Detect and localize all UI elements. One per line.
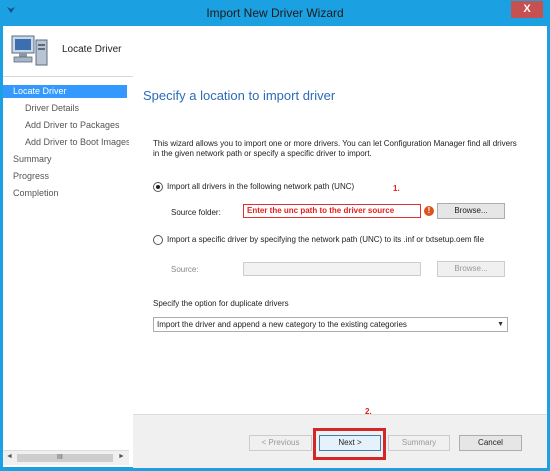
duplicate-drivers-select[interactable]: Import the driver and append a new categ… xyxy=(153,317,508,332)
import-all-radio[interactable] xyxy=(153,182,163,192)
highlight-box xyxy=(313,428,386,460)
step-driver-details[interactable]: Driver Details xyxy=(25,102,79,115)
step-locate-driver[interactable]: Locate Driver xyxy=(3,85,127,98)
computer-icon xyxy=(11,35,48,66)
wizard-steps-nav: Locate Driver Driver Details Add Driver … xyxy=(3,83,129,451)
description-text: This wizard allows you to import one or … xyxy=(153,139,517,158)
source-folder-input[interactable]: Enter the unc path to the driver source xyxy=(243,204,421,218)
wizard-page-content: Specify a location to import driver This… xyxy=(133,71,547,468)
source-label: Source: xyxy=(171,265,199,274)
chevron-down-icon: ▼ xyxy=(497,321,504,328)
import-specific-radio[interactable] xyxy=(153,235,163,245)
source-input[interactable] xyxy=(243,262,421,276)
browse-button-2[interactable]: Browse... xyxy=(437,261,505,277)
import-specific-label: Import a specific driver by specifying t… xyxy=(167,235,485,244)
sidebar-horizontal-scrollbar[interactable]: ◄ III ► xyxy=(3,450,129,465)
error-icon: ! xyxy=(424,206,434,216)
page-title: Locate Driver xyxy=(62,44,122,55)
step-completion[interactable]: Completion xyxy=(13,187,59,200)
duplicate-drivers-selected: Import the driver and append a new categ… xyxy=(157,320,407,329)
wizard-window: Import New Driver Wizard X Locate Driver… xyxy=(0,0,550,471)
scroll-grip-icon: III xyxy=(57,454,63,461)
step-summary[interactable]: Summary xyxy=(13,153,52,166)
wizard-header: Locate Driver xyxy=(3,26,547,77)
scrollbar-thumb[interactable]: III xyxy=(17,454,113,462)
previous-button[interactable]: < Previous xyxy=(249,435,312,451)
cancel-button[interactable]: Cancel xyxy=(459,435,522,451)
annotation-1: 1. xyxy=(393,184,400,193)
browse-button[interactable]: Browse... xyxy=(437,203,505,219)
scroll-right-icon[interactable]: ► xyxy=(118,453,125,460)
duplicate-drivers-label: Specify the option for duplicate drivers xyxy=(153,299,289,308)
scroll-left-icon[interactable]: ◄ xyxy=(6,453,13,460)
wizard-footer: < Previous Next > Summary Cancel xyxy=(133,414,547,468)
step-add-driver-to-boot-images[interactable]: Add Driver to Boot Images xyxy=(25,136,129,149)
title-bar[interactable]: Import New Driver Wizard X xyxy=(0,0,550,26)
wizard-client: Locate Driver Locate Driver Driver Detai… xyxy=(3,26,547,468)
step-progress[interactable]: Progress xyxy=(13,170,49,183)
import-all-label: Import all drivers in the following netw… xyxy=(167,182,355,191)
close-button[interactable]: X xyxy=(511,1,543,18)
source-folder-label: Source folder: xyxy=(171,208,221,217)
step-add-driver-to-packages[interactable]: Add Driver to Packages xyxy=(25,119,120,132)
content-title: Specify a location to import driver xyxy=(143,88,336,103)
summary-button[interactable]: Summary xyxy=(388,435,450,451)
window-title: Import New Driver Wizard xyxy=(206,6,344,20)
